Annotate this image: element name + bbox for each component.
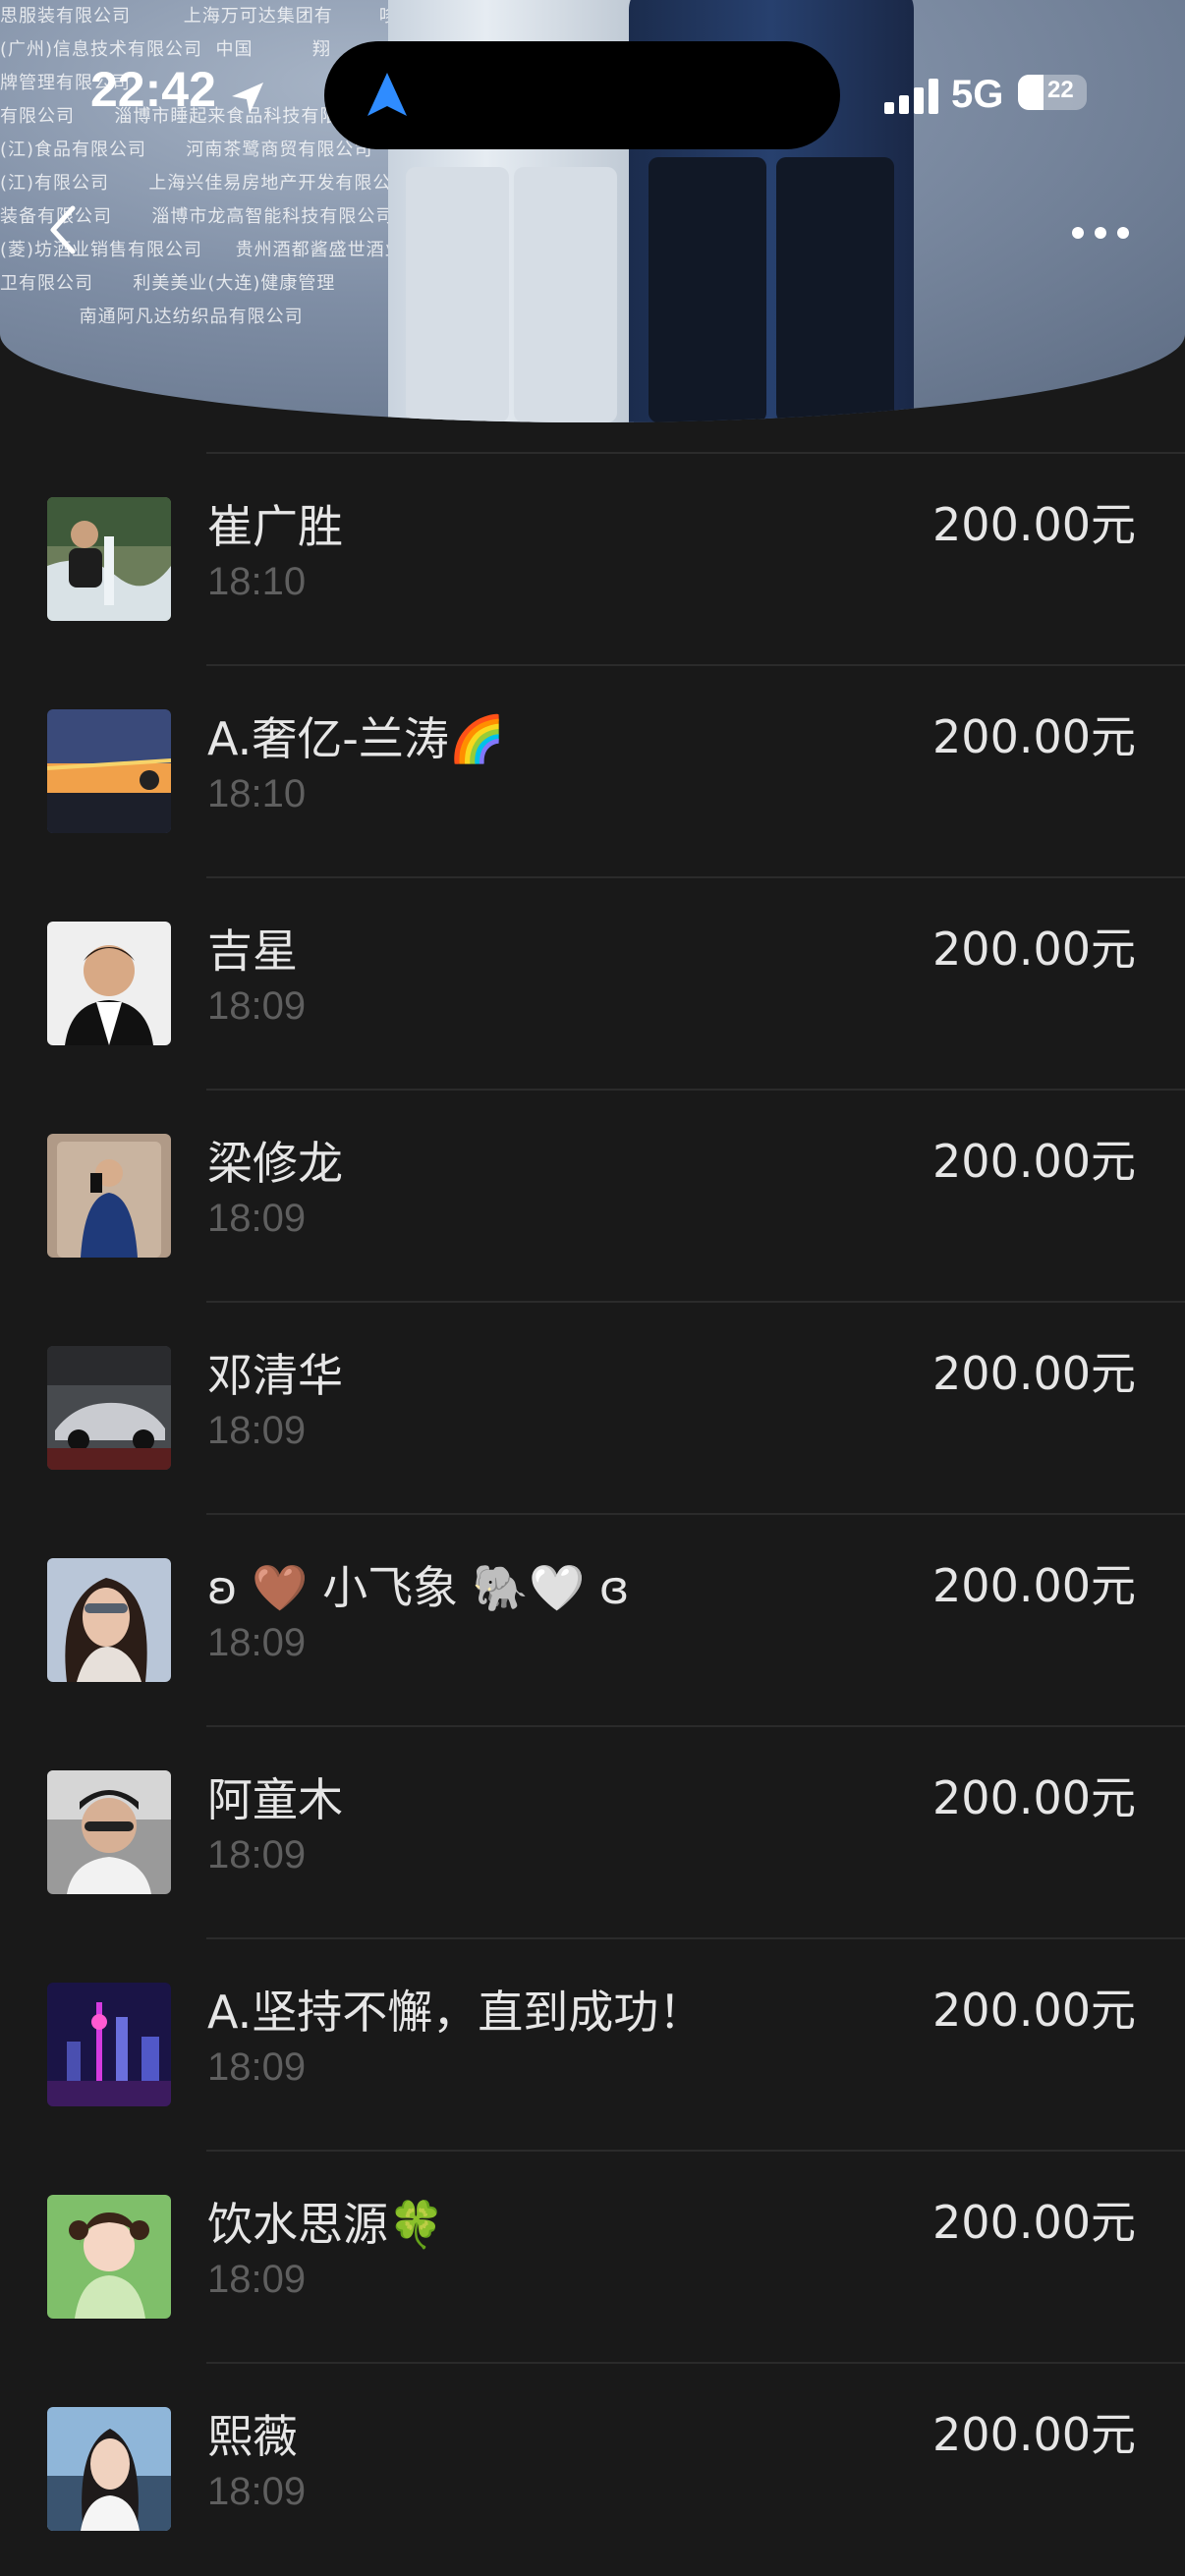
- contribution-row[interactable]: 饮水思源🍀 18:09 200.00元: [0, 2150, 1185, 2362]
- contribution-time: 18:09: [207, 2470, 307, 2513]
- list-divider: [206, 1937, 1185, 1939]
- list-divider: [206, 664, 1185, 666]
- contributor-name: 吉星: [207, 924, 298, 978]
- contribution-amount: 200.00元: [932, 2408, 1136, 2461]
- contribution-time: 18:09: [207, 2045, 307, 2089]
- battery-icon: 22: [1018, 75, 1087, 110]
- status-time: 22:42: [90, 62, 216, 117]
- navigation-arrow-icon: [367, 73, 407, 116]
- contribution-time: 18:09: [207, 1833, 307, 1876]
- contributor-name: 梁修龙: [207, 1137, 343, 1190]
- contribution-amount: 200.00元: [932, 1559, 1136, 1612]
- list-divider: [206, 2362, 1185, 2364]
- location-arrow-icon: [232, 83, 263, 114]
- list-divider: [206, 1301, 1185, 1303]
- contributor-name: 邓清华: [207, 1349, 343, 1402]
- list-divider: [206, 1089, 1185, 1091]
- list-divider: [206, 1513, 1185, 1515]
- contributor-name: ʚ 🤎 小飞象 🐘🤍 ɞ: [207, 1561, 630, 1614]
- contribution-amount: 200.00元: [932, 1347, 1136, 1400]
- contributor-name: 阿童木: [207, 1773, 343, 1826]
- cellular-signal-icon: [884, 79, 938, 114]
- contribution-row[interactable]: 阿童木 18:09 200.00元: [0, 1725, 1185, 1937]
- list-divider: [206, 2150, 1185, 2152]
- contribution-row[interactable]: 邓清华 18:09 200.00元: [0, 1301, 1185, 1513]
- contributor-name: 崔广胜: [207, 500, 343, 553]
- avatar-girl-green[interactable]: [47, 2195, 171, 2319]
- avatar-mirror-selfie[interactable]: [47, 1134, 171, 1258]
- contribution-time: 18:09: [207, 1409, 307, 1452]
- contribution-time: 18:10: [207, 772, 307, 815]
- battery-level: 22: [1047, 77, 1074, 103]
- contribution-time: 18:09: [207, 1197, 307, 1240]
- contributor-name: 饮水思源🍀: [207, 2198, 445, 2251]
- contribution-row[interactable]: 吉星 18:09 200.00元: [0, 876, 1185, 1089]
- more-options-icon[interactable]: [1066, 218, 1135, 248]
- dynamic-island[interactable]: [324, 41, 840, 149]
- contribution-row[interactable]: ʚ 🤎 小飞象 🐘🤍 ɞ 18:09 200.00元: [0, 1513, 1185, 1725]
- contribution-amount: 200.00元: [932, 1984, 1136, 2037]
- back-chevron-icon[interactable]: [39, 200, 88, 259]
- contribution-amount: 200.00元: [932, 710, 1136, 763]
- contributor-name: A.奢亿-兰涛🌈: [207, 712, 506, 765]
- contribution-amount: 200.00元: [932, 923, 1136, 976]
- avatar-sunset[interactable]: [47, 709, 171, 833]
- contribution-amount: 200.00元: [932, 1771, 1136, 1824]
- contribution-row[interactable]: A.奢亿-兰涛🌈 18:10 200.00元: [0, 664, 1185, 876]
- avatar-man-sunglasses[interactable]: [47, 1770, 171, 1894]
- contribution-amount: 200.00元: [932, 2196, 1136, 2249]
- contribution-row[interactable]: 梁修龙 18:09 200.00元: [0, 1089, 1185, 1301]
- contribution-row[interactable]: 崔广胜 18:10 200.00元: [0, 452, 1185, 664]
- network-type: 5G: [951, 73, 1004, 116]
- list-divider: [206, 876, 1185, 878]
- avatar-city-night[interactable]: [47, 1983, 171, 2106]
- contribution-time: 18:10: [207, 560, 307, 603]
- contributor-name: A.坚持不懈，直到成功！: [207, 1986, 705, 2039]
- avatar-woman[interactable]: [47, 1558, 171, 1682]
- avatar-waterfall[interactable]: [47, 497, 171, 621]
- contribution-time: 18:09: [207, 984, 307, 1028]
- contribution-amount: 200.00元: [932, 1135, 1136, 1188]
- avatar-portrait[interactable]: [47, 922, 171, 1045]
- contributor-name: 熙薇: [207, 2410, 298, 2463]
- avatar-classic-car[interactable]: [47, 1346, 171, 1470]
- avatar-woman-outdoor[interactable]: [47, 2407, 171, 2531]
- contribution-row[interactable]: A.坚持不懈，直到成功！ 18:09 200.00元: [0, 1937, 1185, 2150]
- contribution-time: 18:09: [207, 1621, 307, 1664]
- contribution-row[interactable]: 熙薇 18:09 200.00元: [0, 2362, 1185, 2574]
- contribution-amount: 200.00元: [932, 498, 1136, 551]
- header-photo: 思服装有限公司 上海万可达集团有 哆哆 有限公司 壳将军翔澄湖大闸蟹 (广州)信息…: [0, 0, 1185, 422]
- list-divider: [206, 1725, 1185, 1727]
- contribution-time: 18:09: [207, 2258, 307, 2301]
